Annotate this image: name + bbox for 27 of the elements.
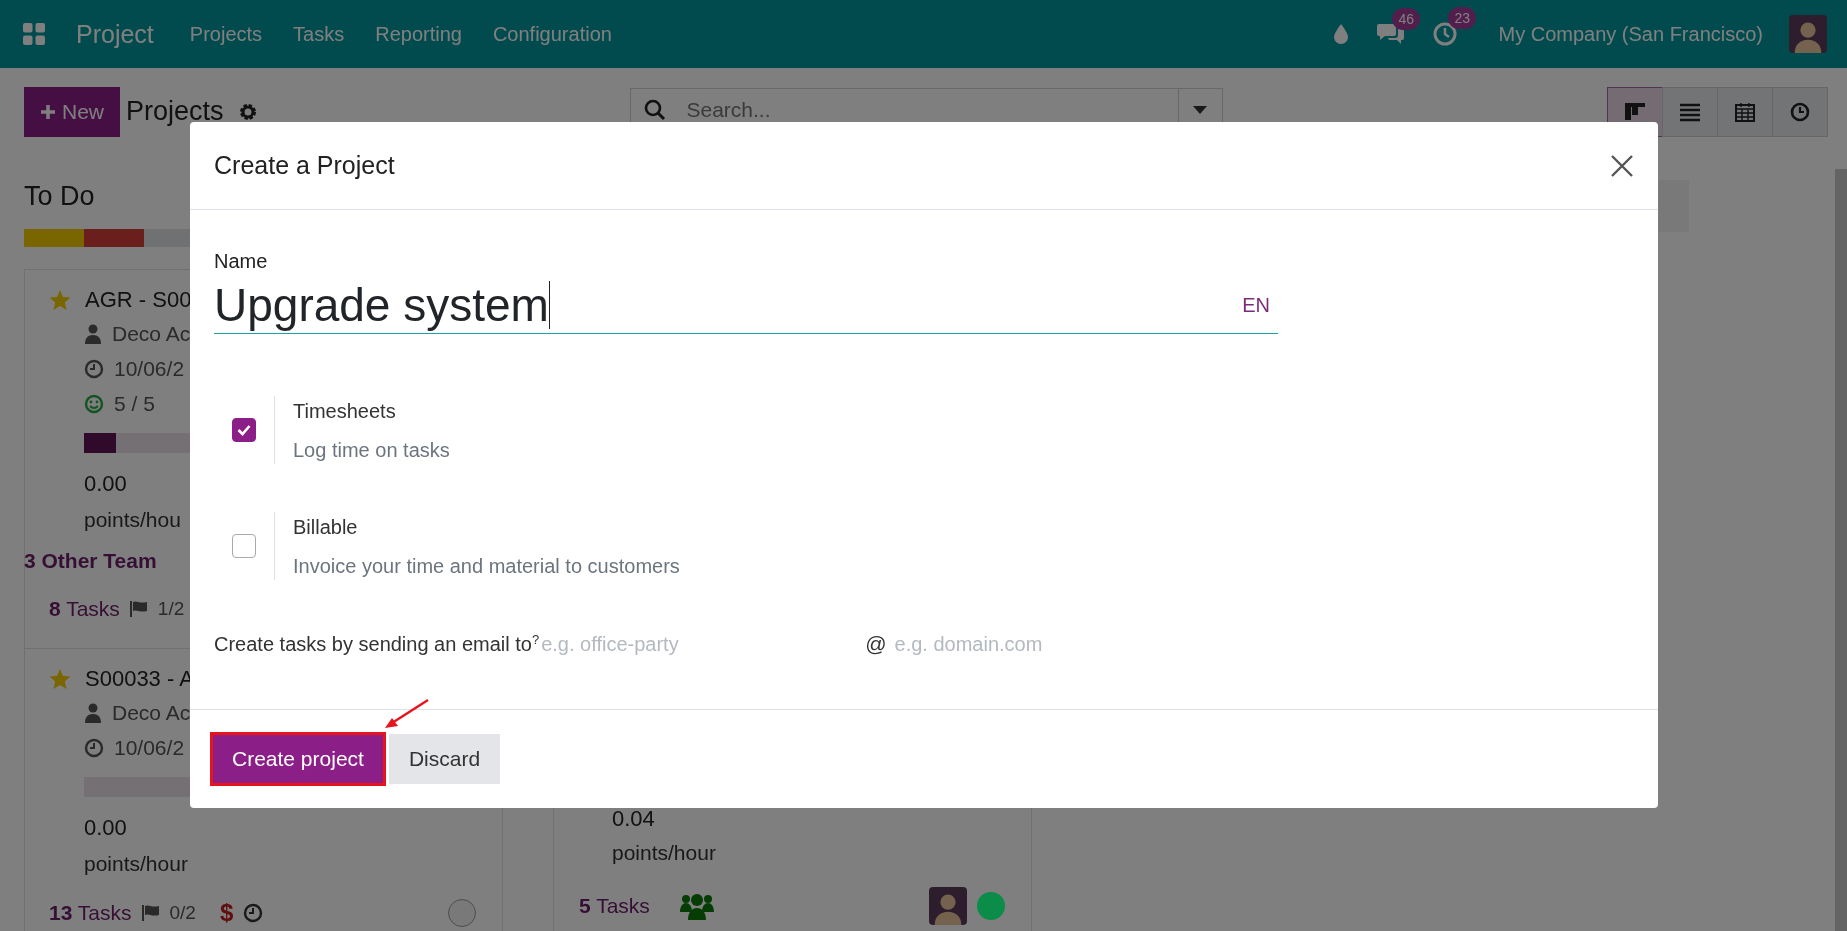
- rate-unit: points/hour: [84, 851, 188, 877]
- milestone-count: 1/2: [157, 598, 185, 620]
- page-title: Projects: [126, 96, 224, 127]
- option-description: Log time on tasks: [293, 439, 450, 462]
- dialog-title: Create a Project: [214, 151, 395, 180]
- field-label: Create tasks by sending an email to: [214, 633, 532, 656]
- customer-name: Deco Ac: [112, 700, 191, 725]
- rate-unit: points/hou: [84, 507, 181, 533]
- option-description: Invoice your time and material to customers: [293, 555, 680, 578]
- milestone-count: 0/2: [169, 902, 196, 924]
- rate-value: 0.00: [84, 814, 127, 842]
- count-badge: 23: [1448, 7, 1477, 29]
- count-badge: 46: [1392, 8, 1421, 30]
- project-date: 10/06/2: [114, 356, 185, 381]
- project-name: AGR - S00: [85, 287, 192, 313]
- option-title: Timesheets: [293, 400, 397, 423]
- customer-name: Deco Ac: [112, 321, 191, 346]
- column-title: To Do: [24, 181, 96, 213]
- rate-value: 0.04: [612, 805, 655, 833]
- rating: 5 / 5: [114, 391, 155, 416]
- option-title: Billable: [293, 516, 359, 539]
- rate-unit: points/hour: [612, 840, 716, 866]
- rate-value: 0.00: [84, 470, 127, 498]
- field-label: Name: [214, 250, 269, 274]
- at-sign: @: [865, 632, 887, 656]
- project-date: 10/06/2: [114, 735, 185, 760]
- currency-sign: $: [219, 899, 234, 927]
